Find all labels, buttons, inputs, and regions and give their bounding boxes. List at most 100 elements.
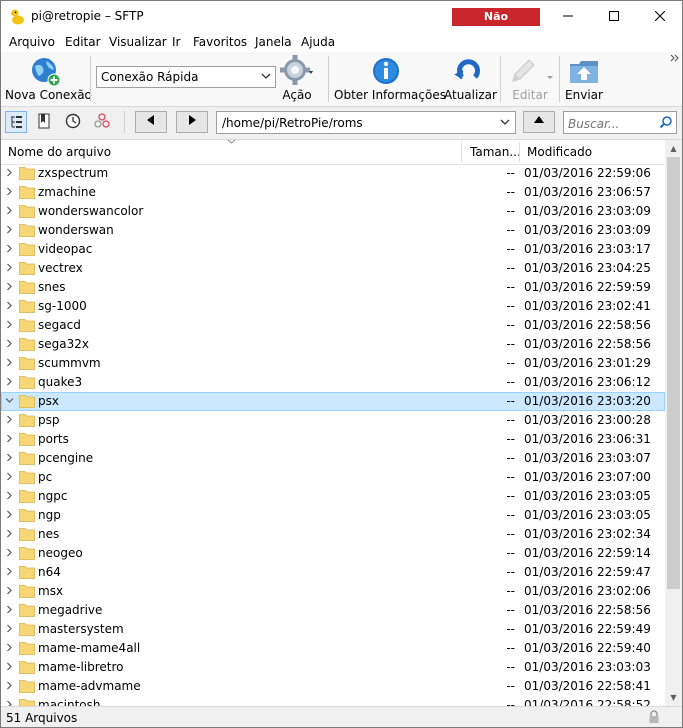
chevron-right-icon[interactable] [5, 263, 14, 272]
forward-button[interactable] [176, 111, 208, 133]
menu-visualizar[interactable]: Visualizar [109, 35, 167, 49]
file-row[interactable]: sg-1000 -- 01/03/2016 23:02:41 [1, 297, 665, 316]
column-header-name[interactable]: Nome do arquivo [8, 145, 111, 159]
parent-directory-button[interactable] [523, 111, 555, 133]
chevron-right-icon[interactable] [5, 548, 14, 557]
menu-ajuda[interactable]: Ajuda [301, 35, 335, 49]
chevron-right-icon[interactable] [5, 605, 14, 614]
upload-button[interactable]: Enviar [564, 54, 604, 104]
file-row[interactable]: zmachine -- 01/03/2016 23:06:57 [1, 183, 665, 202]
up-arrow-icon [534, 116, 544, 123]
scroll-thumb[interactable] [667, 157, 680, 589]
file-row[interactable]: scummvm -- 01/03/2016 23:01:29 [1, 354, 665, 373]
maximize-button[interactable] [591, 1, 637, 32]
new-connection-button[interactable]: Nova Conexão [5, 54, 92, 104]
chevron-right-icon[interactable] [5, 434, 14, 443]
chevron-right-icon[interactable] [5, 168, 14, 177]
action-button[interactable]: Ação [279, 54, 315, 104]
refresh-button[interactable]: Atualizar [444, 54, 497, 104]
file-row[interactable]: nes -- 01/03/2016 23:02:34 [1, 525, 665, 544]
chevron-right-icon[interactable] [5, 472, 14, 481]
edit-button[interactable]: Editar [505, 54, 555, 104]
file-row[interactable]: wonderswancolor -- 01/03/2016 23:03:09 [1, 202, 665, 221]
chevron-right-icon[interactable] [5, 510, 14, 519]
file-size: -- [506, 584, 515, 598]
nav-separator [124, 111, 125, 133]
chevron-right-icon[interactable] [5, 301, 14, 310]
menu-editar[interactable]: Editar [65, 35, 101, 49]
chevron-right-icon[interactable] [5, 662, 14, 671]
browser-view-button[interactable] [5, 111, 27, 133]
scroll-down-icon[interactable]: ▼ [665, 689, 682, 706]
column-divider[interactable] [519, 142, 520, 162]
unregistered-badge[interactable]: Não Registrado [452, 8, 540, 41]
file-row[interactable]: ngpc -- 01/03/2016 23:03:05 [1, 487, 665, 506]
chevron-right-icon[interactable] [5, 282, 14, 291]
chevron-right-icon[interactable] [5, 624, 14, 633]
chevron-right-icon[interactable] [5, 567, 14, 576]
bookmarks-button[interactable] [34, 111, 56, 133]
chevron-right-icon[interactable] [5, 529, 14, 538]
file-row[interactable]: videopac -- 01/03/2016 23:03:17 [1, 240, 665, 259]
column-divider[interactable] [461, 142, 462, 162]
file-row[interactable]: mame-advmame -- 01/03/2016 22:58:41 [1, 677, 665, 696]
file-row[interactable]: ngp -- 01/03/2016 23:03:05 [1, 506, 665, 525]
get-info-button[interactable]: Obter Informações [334, 54, 446, 104]
chevron-right-icon[interactable] [5, 643, 14, 652]
chevron-down-icon[interactable] [5, 396, 14, 405]
chevron-right-icon[interactable] [5, 453, 14, 462]
file-row[interactable]: quake3 -- 01/03/2016 23:06:12 [1, 373, 665, 392]
file-row[interactable]: mastersystem -- 01/03/2016 22:59:49 [1, 620, 665, 639]
chevron-right-icon[interactable] [5, 320, 14, 329]
search-field[interactable] [563, 111, 677, 134]
file-row[interactable]: mame-mame4all -- 01/03/2016 22:59:40 [1, 639, 665, 658]
file-row[interactable]: wonderswan -- 01/03/2016 23:03:09 [1, 221, 665, 240]
quick-connect-select[interactable]: Conexão Rápida [96, 66, 276, 88]
search-icon[interactable] [659, 115, 673, 129]
menu-ir[interactable]: Ir [172, 35, 180, 49]
file-row[interactable]: neogeo -- 01/03/2016 22:59:14 [1, 544, 665, 563]
chevron-right-icon[interactable] [5, 415, 14, 424]
scroll-up-icon[interactable]: ▲ [665, 140, 682, 157]
history-button[interactable] [63, 111, 85, 133]
menu-janela[interactable]: Janela [255, 35, 292, 49]
bonjour-button[interactable] [92, 111, 114, 133]
file-row[interactable]: vectrex -- 01/03/2016 23:04:25 [1, 259, 665, 278]
menu-arquivo[interactable]: Arquivo [9, 35, 55, 49]
chevron-right-icon[interactable] [5, 339, 14, 348]
chevron-right-icon[interactable] [5, 586, 14, 595]
file-row[interactable]: megadrive -- 01/03/2016 22:58:56 [1, 601, 665, 620]
chevron-right-icon[interactable] [5, 244, 14, 253]
minimize-button[interactable] [545, 1, 591, 32]
menu-favoritos[interactable]: Favoritos [193, 35, 247, 49]
column-header-size[interactable]: Taman... [470, 145, 521, 159]
file-row[interactable]: psp -- 01/03/2016 23:00:28 [1, 411, 665, 430]
current-path: /home/pi/RetroPie/roms [222, 116, 363, 130]
chevron-right-icon[interactable] [5, 377, 14, 386]
close-button[interactable] [637, 1, 682, 32]
file-row[interactable]: macintosh -- 01/03/2016 22:58:52 [1, 696, 665, 706]
column-header-modified[interactable]: Modificado [527, 145, 592, 159]
back-button[interactable] [135, 111, 167, 133]
path-select[interactable]: /home/pi/RetroPie/roms [216, 111, 516, 134]
toolbar-overflow-icon[interactable] [670, 54, 679, 62]
file-row[interactable]: sega32x -- 01/03/2016 22:58:56 [1, 335, 665, 354]
file-row[interactable]: pcengine -- 01/03/2016 23:03:07 [1, 449, 665, 468]
chevron-right-icon[interactable] [5, 358, 14, 367]
file-row[interactable]: zxspectrum -- 01/03/2016 22:59:06 [1, 164, 665, 183]
file-row[interactable]: msx -- 01/03/2016 23:02:06 [1, 582, 665, 601]
chevron-right-icon[interactable] [5, 225, 14, 234]
vertical-scrollbar[interactable]: ▲ ▼ [665, 140, 682, 706]
chevron-right-icon[interactable] [5, 681, 14, 690]
chevron-right-icon[interactable] [5, 491, 14, 500]
file-row[interactable]: segacd -- 01/03/2016 22:58:56 [1, 316, 665, 335]
chevron-right-icon[interactable] [5, 206, 14, 215]
search-input[interactable] [566, 114, 658, 133]
chevron-right-icon[interactable] [5, 187, 14, 196]
file-row[interactable]: mame-libretro -- 01/03/2016 23:03:03 [1, 658, 665, 677]
file-row[interactable]: psx -- 01/03/2016 23:03:20 [1, 392, 665, 411]
file-row[interactable]: ports -- 01/03/2016 23:06:31 [1, 430, 665, 449]
file-row[interactable]: snes -- 01/03/2016 22:59:59 [1, 278, 665, 297]
file-row[interactable]: pc -- 01/03/2016 23:07:00 [1, 468, 665, 487]
file-row[interactable]: n64 -- 01/03/2016 22:59:47 [1, 563, 665, 582]
